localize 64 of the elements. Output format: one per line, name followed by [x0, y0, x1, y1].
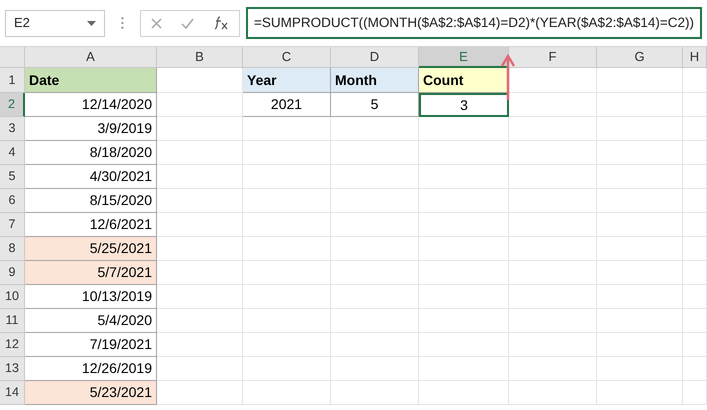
empty-cell: [683, 189, 707, 213]
cell-reference: E2: [14, 14, 30, 32]
dropdown-caret-icon: [87, 20, 96, 26]
empty-cell: [683, 165, 707, 189]
cell: Month: [331, 68, 419, 93]
cell: 8/18/2020: [25, 141, 157, 165]
cell: 10/13/2019: [25, 285, 157, 309]
cell: 7/19/2021: [25, 333, 157, 357]
row-header[interactable]: 6: [0, 189, 25, 213]
row-header[interactable]: 13: [0, 357, 25, 381]
cell: 8/15/2020: [25, 189, 157, 213]
empty-cell: [683, 237, 707, 261]
row-header[interactable]: 7: [0, 213, 25, 237]
pointer-arrow: [501, 54, 515, 100]
column-header[interactable]: C: [243, 47, 331, 68]
select-all-corner[interactable]: [0, 47, 25, 68]
checkmark-icon[interactable]: [180, 18, 194, 28]
row-header[interactable]: 9: [0, 261, 25, 285]
cell: 5/25/2021: [25, 237, 157, 261]
empty-cell: [683, 357, 707, 381]
row-header[interactable]: 4: [0, 141, 25, 165]
column-header[interactable]: E: [419, 47, 509, 68]
cell: 5/7/2021: [25, 261, 157, 285]
grip-dots-icon: [121, 16, 124, 30]
row-header[interactable]: 1: [0, 68, 25, 93]
column-header[interactable]: H: [683, 47, 707, 68]
cell: 4/30/2021: [25, 165, 157, 189]
empty-cell: [683, 213, 707, 237]
column-header[interactable]: A: [25, 47, 157, 68]
column-header[interactable]: G: [597, 47, 683, 68]
empty-cell: [683, 381, 707, 405]
cell: 5/23/2021: [25, 381, 157, 405]
row-header[interactable]: 8: [0, 237, 25, 261]
row-header[interactable]: 12: [0, 333, 25, 357]
name-box[interactable]: E2: [5, 10, 106, 36]
cell: 3: [419, 93, 509, 117]
cell: 3/9/2019: [25, 117, 157, 141]
empty-cell: [683, 93, 707, 117]
column-header[interactable]: F: [509, 47, 597, 68]
cell: 12/14/2020: [25, 93, 157, 117]
cell: Count: [419, 68, 509, 93]
cell: Year: [243, 68, 331, 93]
row-header[interactable]: 14: [0, 381, 25, 405]
empty-cell: [683, 261, 707, 285]
column-header[interactable]: B: [157, 47, 243, 68]
empty-cell: [683, 285, 707, 309]
cell: Date: [25, 68, 157, 93]
empty-cell: [683, 141, 707, 165]
function-icon[interactable]: [213, 16, 230, 30]
cell: 2021: [243, 93, 331, 117]
empty-cell: [683, 333, 707, 357]
empty-cell: [683, 117, 707, 141]
row-header[interactable]: 11: [0, 309, 25, 333]
formula-bar[interactable]: =SUMPRODUCT((MONTH($A$2:$A$14)=D2)*(YEAR($A$2:$A$14)=C2)): [246, 7, 702, 39]
column-header[interactable]: D: [331, 47, 419, 68]
row-header[interactable]: 2: [0, 93, 25, 117]
cell: 5: [331, 93, 419, 117]
row-header[interactable]: 5: [0, 165, 25, 189]
cell: 5/4/2020: [25, 309, 157, 333]
row-header[interactable]: 10: [0, 285, 25, 309]
formula-text: =SUMPRODUCT((MONTH($A$2:$A$14)=D2)*(YEAR($A$2:$A$14)=C2)): [254, 14, 694, 32]
row-header[interactable]: 3: [0, 117, 25, 141]
empty-cell: [683, 309, 707, 333]
cancel-icon[interactable]: [150, 18, 162, 28]
